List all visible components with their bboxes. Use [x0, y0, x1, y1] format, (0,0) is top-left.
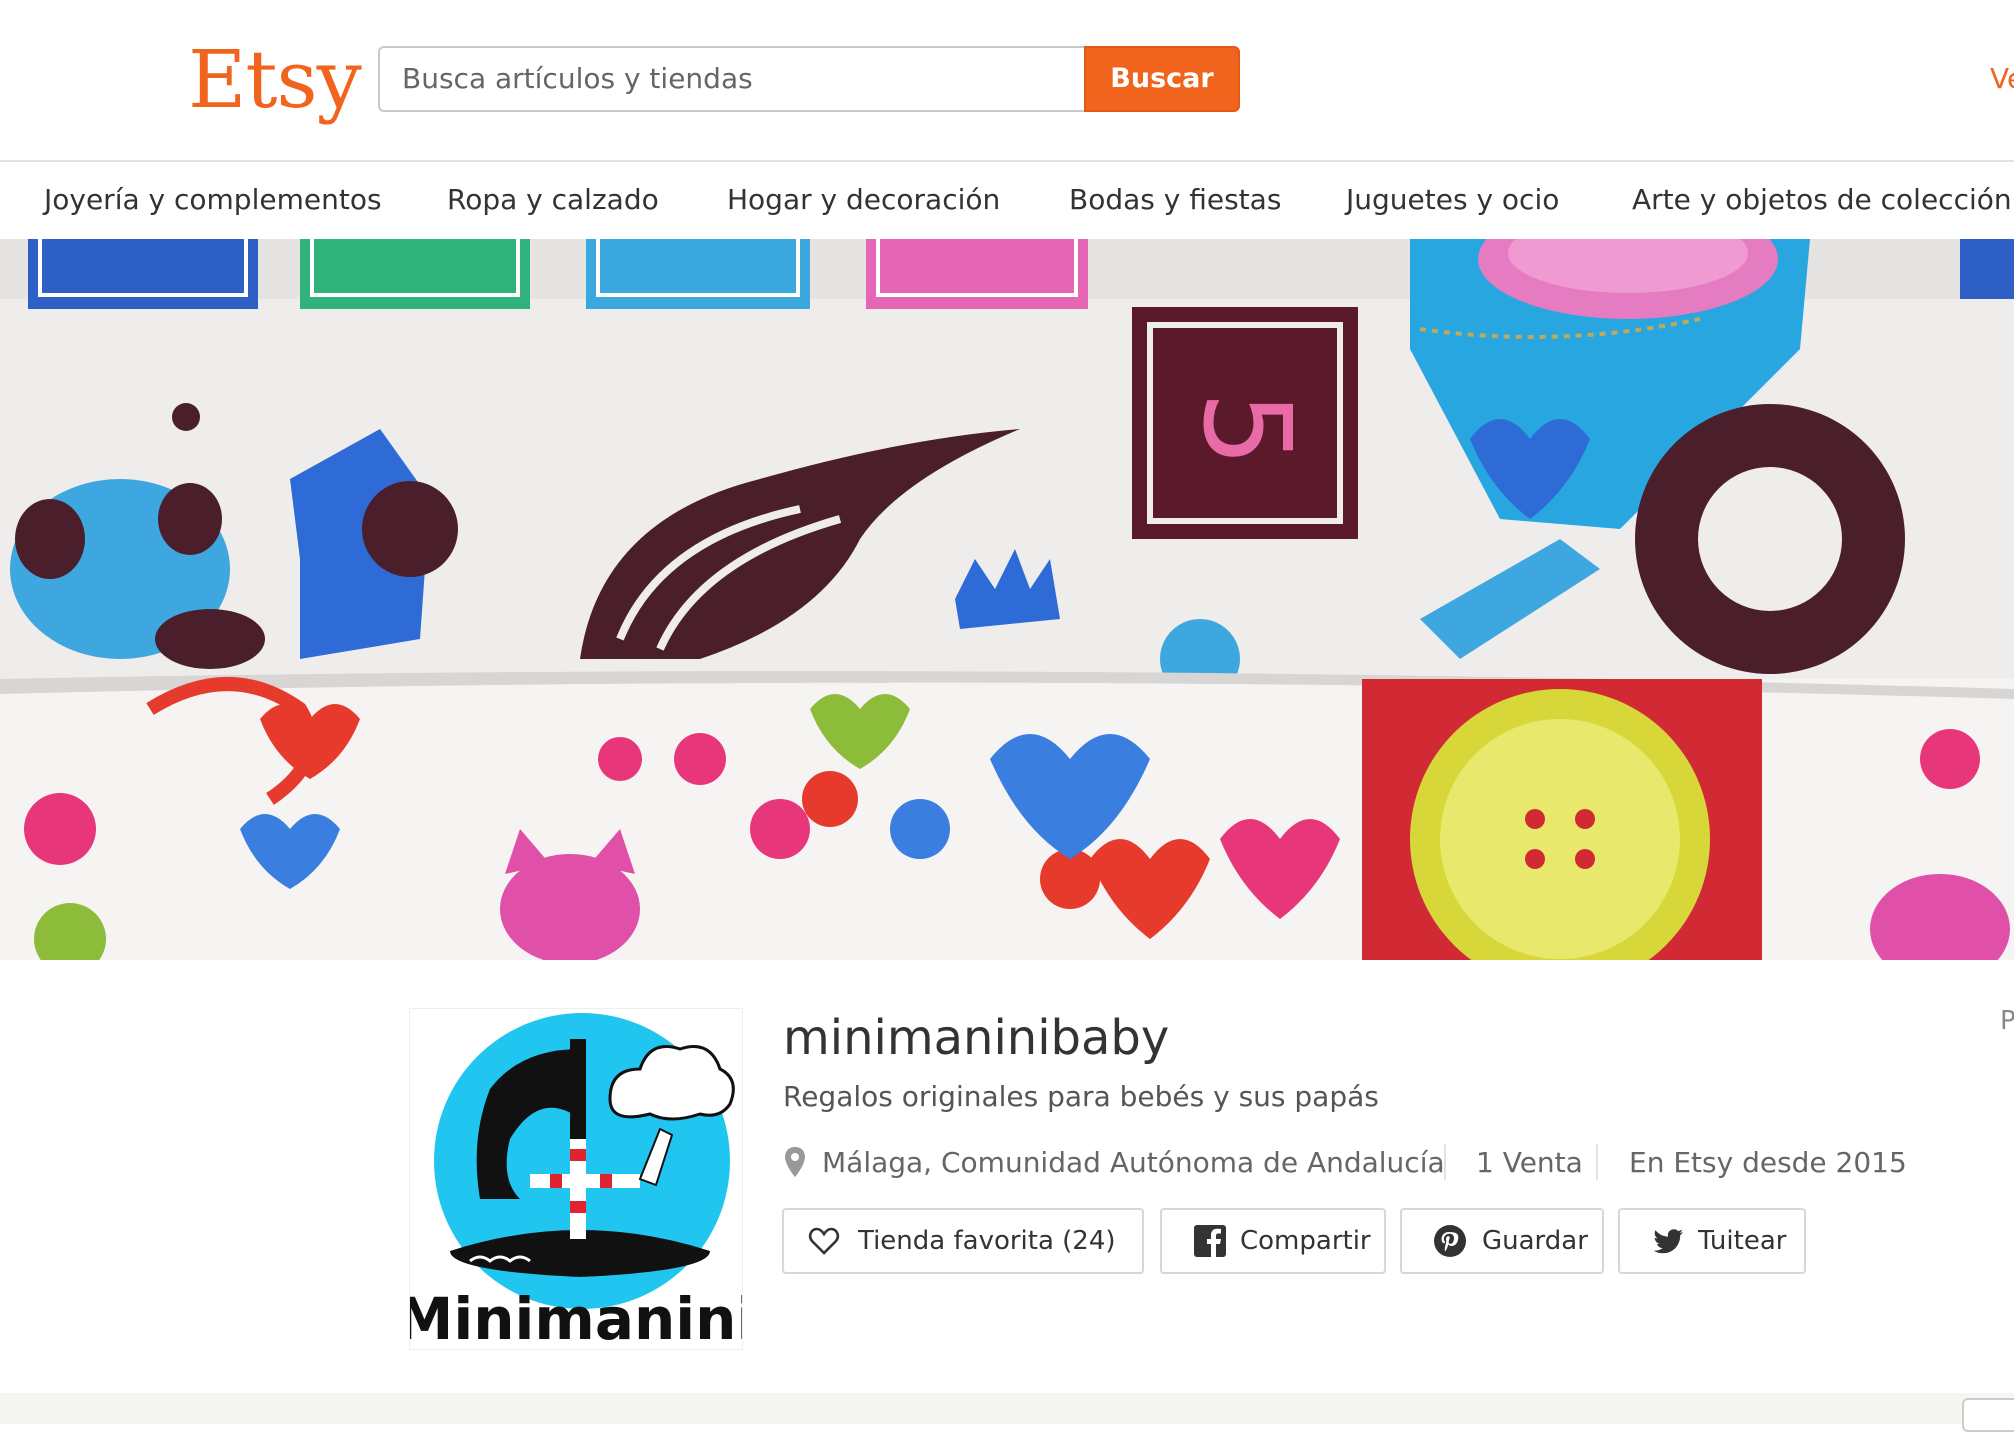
search-placeholder: Busca artículos y tiendas: [402, 62, 753, 95]
category-nav: Joyería y complementos Ropa y calzado Ho…: [0, 162, 2014, 238]
twitter-tweet-button[interactable]: Tuitear: [1618, 1208, 1806, 1274]
favorite-label: Tienda favorita (24): [858, 1226, 1116, 1256]
shop-location: Málaga, Comunidad Autónoma de Andalucía: [822, 1146, 1445, 1179]
category-weddings[interactable]: Bodas y fiestas: [1069, 162, 1281, 238]
category-art[interactable]: Arte y objetos de colección: [1632, 162, 2012, 238]
shop-sales[interactable]: 1 Venta: [1476, 1146, 1583, 1179]
twitter-label: Tuitear: [1698, 1226, 1787, 1256]
pinterest-label: Guardar: [1482, 1226, 1588, 1256]
site-header: Etsy Busca artículos y tiendas Buscar Ve: [0, 0, 2014, 162]
search-input[interactable]: Busca artículos y tiendas: [378, 46, 1084, 112]
facebook-icon: [1194, 1225, 1226, 1257]
edge-text: P: [2000, 1006, 2014, 1036]
category-jewelry[interactable]: Joyería y complementos: [44, 162, 382, 238]
svg-text:5: 5: [1176, 391, 1315, 467]
category-clothing[interactable]: Ropa y calzado: [447, 162, 659, 238]
shop-tagline: Regalos originales para bebés y sus papá…: [783, 1080, 1379, 1113]
shop-banner-image: 5: [0, 239, 2014, 960]
shop-logo-text: Minimanini: [410, 1285, 742, 1349]
favorite-shop-button[interactable]: Tienda favorita (24): [782, 1208, 1144, 1274]
scroll-to-top-button[interactable]: [1962, 1398, 2014, 1432]
meta-divider: [1444, 1144, 1446, 1180]
twitter-icon: [1653, 1229, 1683, 1254]
shop-name[interactable]: minimaninibaby: [783, 1008, 1169, 1068]
map-pin-icon: [785, 1147, 805, 1177]
facebook-label: Compartir: [1240, 1226, 1371, 1256]
etsy-logo[interactable]: Etsy: [188, 30, 362, 130]
pinterest-save-button[interactable]: Guardar: [1400, 1208, 1604, 1274]
meta-divider: [1596, 1144, 1598, 1180]
facebook-share-button[interactable]: Compartir: [1160, 1208, 1386, 1274]
category-toys[interactable]: Juguetes y ocio: [1346, 162, 1559, 238]
shop-since: En Etsy desde 2015: [1629, 1146, 1907, 1179]
header-right-link[interactable]: Ve: [1990, 62, 2014, 95]
pinterest-icon: [1434, 1225, 1466, 1257]
category-home[interactable]: Hogar y decoración: [727, 162, 1000, 238]
shop-avatar[interactable]: Minimanini: [409, 1008, 743, 1350]
search-button[interactable]: Buscar: [1084, 46, 1240, 112]
heart-outline-icon: [808, 1227, 840, 1255]
page-footer-strip: [0, 1393, 2014, 1424]
